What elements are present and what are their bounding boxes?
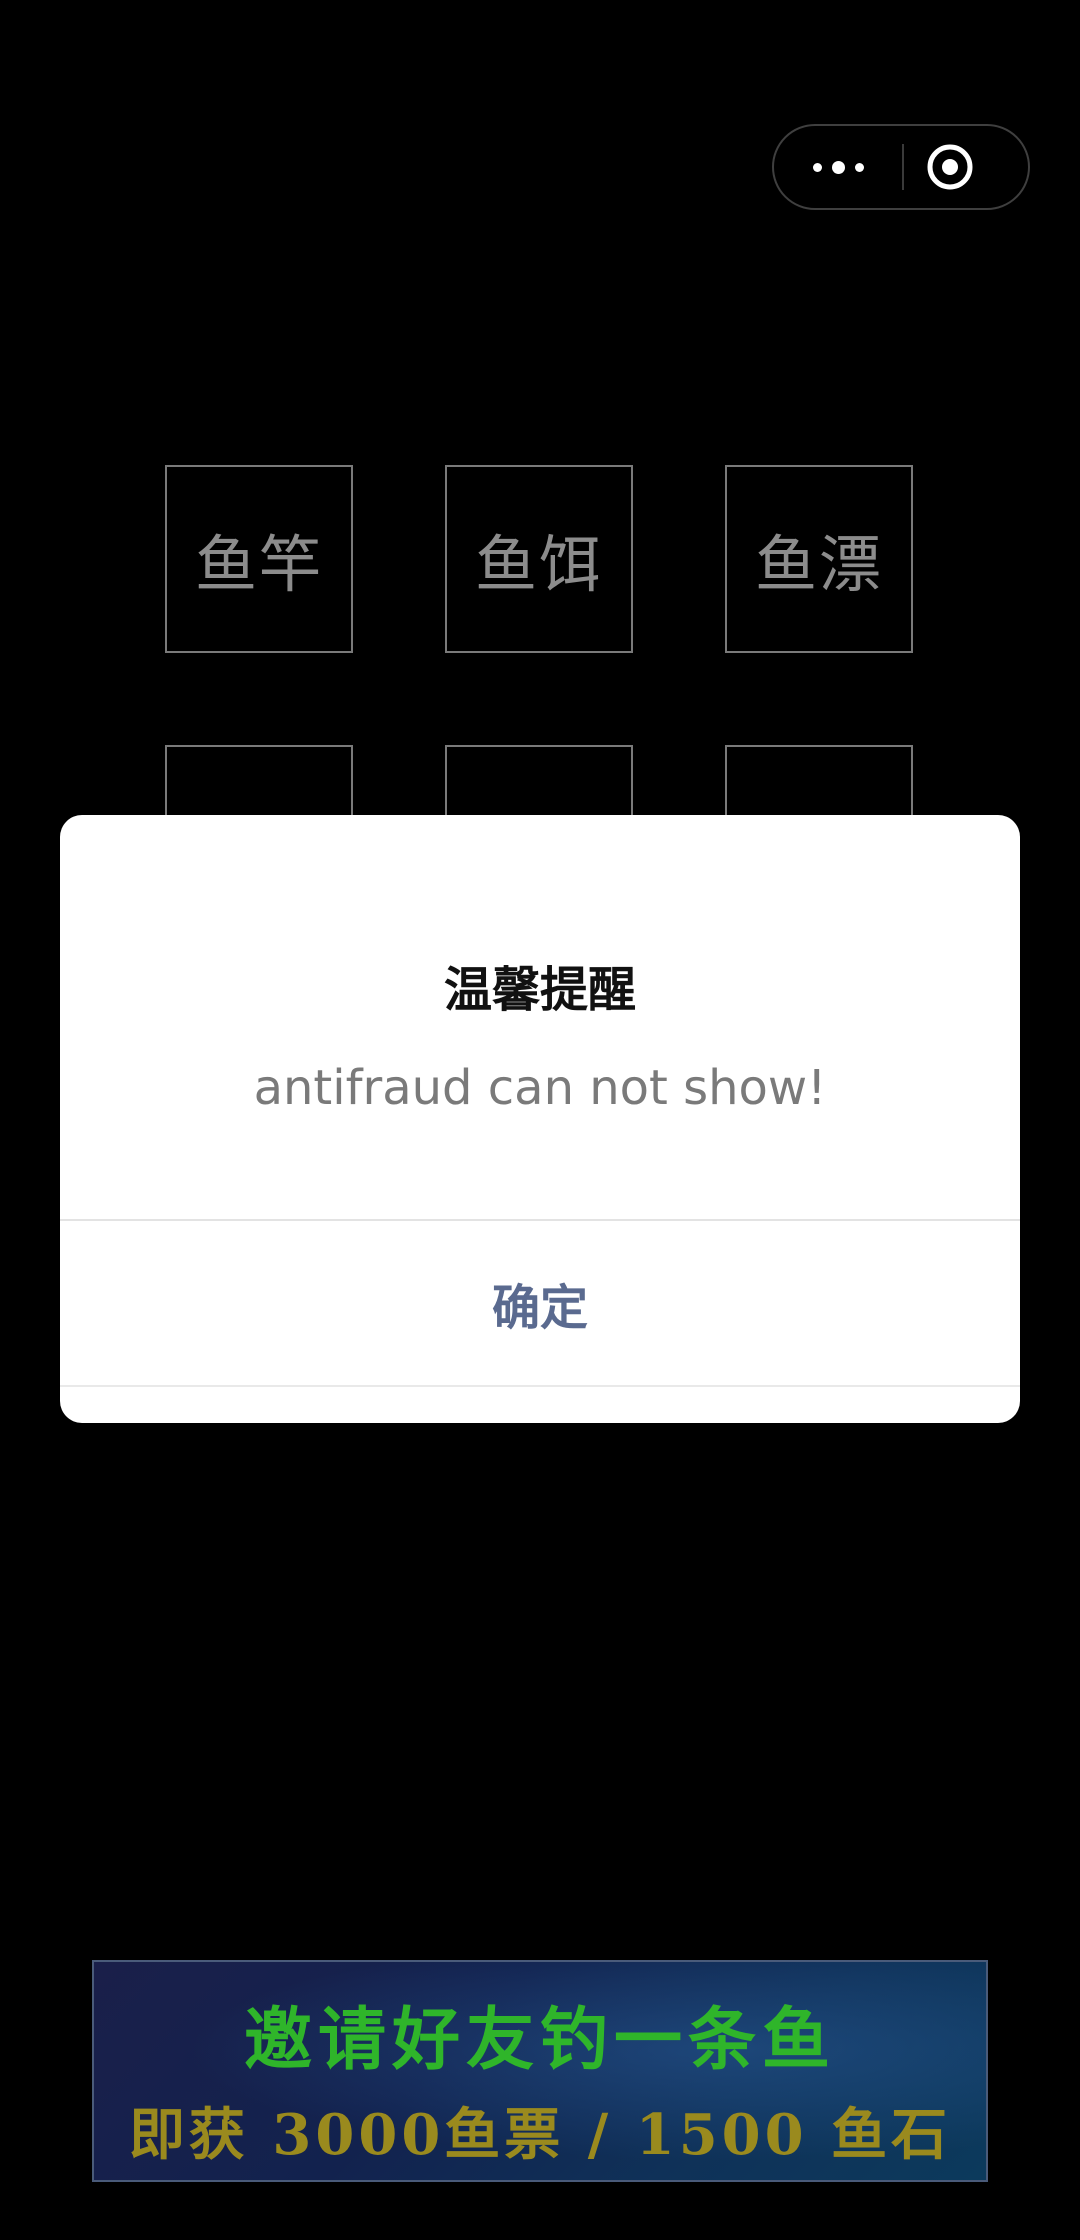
dialog-title: 温馨提醒 xyxy=(443,962,636,1018)
banner-reward-text: 即获 3000鱼票 / 1500 鱼石 xyxy=(128,2102,952,2168)
item-label: 鱼竿 xyxy=(194,528,323,601)
capsule-divider xyxy=(902,144,904,190)
item-box-bait[interactable]: 鱼饵 xyxy=(445,465,633,653)
item-label: 鱼漂 xyxy=(754,528,883,601)
alert-dialog: 温馨提醒 antifraud can not show! 确定 xyxy=(60,815,1020,1423)
more-dots-icon[interactable] xyxy=(774,126,902,208)
banner-headline: 邀请好友钓一条鱼 xyxy=(243,2000,836,2080)
dialog-bottom-divider xyxy=(60,1385,1020,1387)
mini-program-capsule xyxy=(772,124,1030,210)
confirm-button[interactable]: 确定 xyxy=(60,1221,1020,1385)
item-box-rod[interactable]: 鱼竿 xyxy=(165,465,353,653)
item-box-float[interactable]: 鱼漂 xyxy=(725,465,913,653)
invite-banner[interactable]: 邀请好友钓一条鱼 即获 3000鱼票 / 1500 鱼石 xyxy=(92,1960,988,2182)
dialog-message: antifraud can not show! xyxy=(253,1060,827,1116)
target-icon[interactable] xyxy=(926,143,974,191)
item-label: 鱼饵 xyxy=(474,528,603,601)
